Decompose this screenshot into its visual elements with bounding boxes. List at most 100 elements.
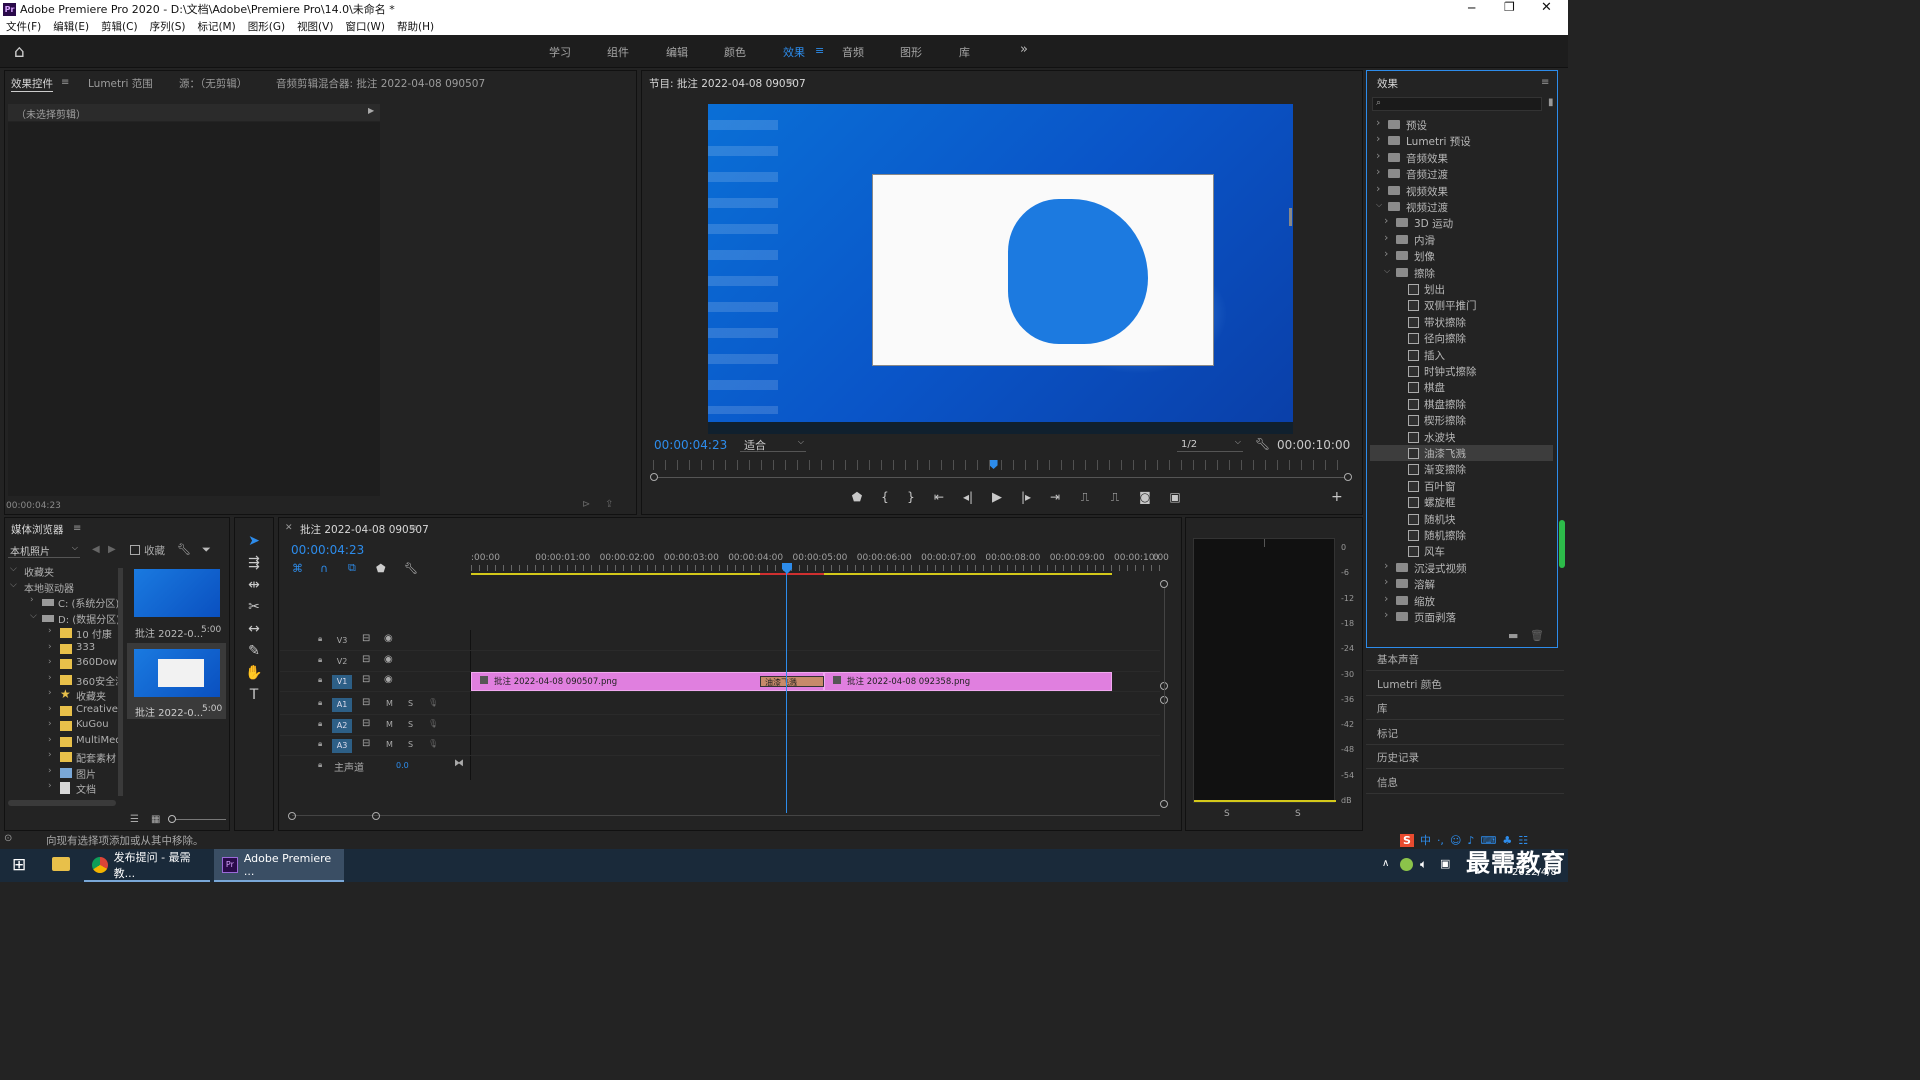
delete-icon[interactable]: 🗑︎ xyxy=(1530,629,1544,642)
effects-tree-item[interactable]: › 缩放 xyxy=(1370,592,1553,609)
file-tree-item[interactable]: › 图片 xyxy=(8,766,118,781)
timeline-vscroll-handle[interactable] xyxy=(1160,580,1168,588)
chevron-right-icon[interactable]: › xyxy=(1384,608,1388,621)
chevron-right-icon[interactable]: › xyxy=(1384,575,1388,588)
chevron-down-icon[interactable]: ⌵ xyxy=(1384,266,1390,276)
close-sequence-icon[interactable]: ✕ xyxy=(285,523,293,533)
play-icon[interactable]: ▶ xyxy=(982,490,1012,505)
wrench-icon[interactable]: 🔧︎ xyxy=(1255,437,1270,451)
lock-icon[interactable]: 🔒︎ xyxy=(318,634,322,644)
effects-tree-item[interactable]: 带状擦除 xyxy=(1370,314,1553,330)
location-dropdown[interactable]: 本机照片 ⌵ xyxy=(8,543,80,558)
go-to-out-icon[interactable]: ⇥ xyxy=(1040,490,1070,504)
lock-icon[interactable]: 🔒︎ xyxy=(318,719,322,729)
mute-button[interactable]: M xyxy=(386,720,393,729)
toggle-sync-icon[interactable]: ⊟ xyxy=(362,697,370,708)
menu-item[interactable]: 图形(G) xyxy=(248,19,285,34)
effects-tree-item[interactable]: ⌵ 擦除 xyxy=(1370,265,1553,281)
emoji-icon[interactable]: ☺ xyxy=(1450,834,1461,847)
chevron-right-icon[interactable]: › xyxy=(1384,592,1388,605)
program-title[interactable]: 节目: 批注 2022-04-08 090507 xyxy=(649,76,806,91)
mic-icon[interactable]: 🎙︎ xyxy=(428,739,438,748)
filter-icon[interactable]: ⊳ xyxy=(582,499,590,510)
volume-icon[interactable]: 🔈︎ xyxy=(1420,857,1427,872)
chevron-right-icon[interactable]: › xyxy=(48,657,52,667)
solo-button[interactable]: S xyxy=(408,740,413,749)
workspace-tab[interactable]: 图形 xyxy=(900,44,922,60)
windows-start-icon[interactable]: ⊞ xyxy=(12,855,26,875)
eye-icon[interactable]: ◉ xyxy=(384,674,393,685)
new-custom-bin-icon[interactable]: ▬ xyxy=(1508,629,1518,642)
chevron-right-icon[interactable]: › xyxy=(48,688,52,698)
workspace-tab[interactable]: 效果 xyxy=(783,44,805,60)
chevron-right-icon[interactable]: › xyxy=(1376,182,1380,195)
effects-tree-item[interactable]: ⌵ 视频过渡 xyxy=(1370,199,1553,215)
collapsed-panel-tab[interactable]: 标记 xyxy=(1377,726,1398,741)
file-tree-item[interactable]: ⌵ 收藏夹 xyxy=(8,564,118,579)
effects-tree-item[interactable]: 楔形擦除 xyxy=(1370,412,1553,428)
taskbar-item-chrome[interactable]: 发布提问 - 最需教... xyxy=(84,849,210,882)
maximize-icon[interactable]: ❐ xyxy=(1504,0,1515,14)
mark-in-icon[interactable]: { xyxy=(872,490,898,504)
file-tree-item[interactable]: › ★ 收藏夹 xyxy=(8,688,118,703)
file-tree-item[interactable]: › 文档 xyxy=(8,781,118,796)
transition-block[interactable]: 油漆飞溅 xyxy=(760,676,824,687)
chevron-right-icon[interactable]: › xyxy=(48,735,52,745)
effects-tree-item[interactable]: › 划像 xyxy=(1370,247,1553,264)
ripple-edit-tool-icon[interactable]: ⇹ xyxy=(244,574,264,596)
chevron-down-icon[interactable]: ⌵ xyxy=(10,564,17,574)
effects-tree-item[interactable]: 水波块 xyxy=(1370,429,1553,445)
chevron-right-icon[interactable]: › xyxy=(48,750,52,760)
timeline-vscroll[interactable] xyxy=(1164,588,1165,800)
effects-tree-item[interactable]: › 溶解 xyxy=(1370,575,1553,592)
hand-tool-icon[interactable]: ✋ xyxy=(244,662,264,684)
effects-menu-icon[interactable]: ≡ xyxy=(1541,77,1549,88)
minimize-icon[interactable]: ─ xyxy=(1468,1,1475,15)
workspace-tab[interactable]: 音频 xyxy=(842,44,864,60)
solo-left-button[interactable]: S xyxy=(1224,809,1230,819)
more-workspaces-icon[interactable]: » xyxy=(1020,42,1028,57)
list-view-icon[interactable]: ☰ xyxy=(130,814,139,825)
effects-tree-item[interactable]: 划出 xyxy=(1370,281,1553,297)
effects-tree-item[interactable]: 螺旋框 xyxy=(1370,494,1553,510)
effects-tree-item[interactable]: 棋盘 xyxy=(1370,379,1553,395)
chevron-right-icon[interactable]: › xyxy=(30,595,34,605)
source-tab[interactable]: Lumetri 范围 xyxy=(88,76,153,91)
menu-item[interactable]: 视图(V) xyxy=(297,19,333,34)
add-marker-icon[interactable]: ⬟ xyxy=(842,490,872,504)
show-hidden-icons[interactable]: ∧ xyxy=(1382,858,1389,869)
master-volume-value[interactable]: 0.0 xyxy=(396,761,409,770)
network-icon[interactable]: ▣ xyxy=(1440,857,1450,870)
track-label[interactable]: A1 xyxy=(332,698,352,712)
button-editor-icon[interactable]: + xyxy=(1331,489,1343,505)
toggle-sync-icon[interactable]: ⊟ xyxy=(362,633,370,644)
track-label[interactable]: A2 xyxy=(332,718,352,733)
effects-tree-item[interactable]: › 3D 运动 xyxy=(1370,214,1553,231)
insert-nest-icon[interactable]: ⌘ xyxy=(292,562,320,575)
lift-icon[interactable]: ⎍ xyxy=(1070,490,1100,505)
workspace-tab[interactable]: 组件 xyxy=(607,44,629,60)
menu-item[interactable]: 标记(M) xyxy=(197,19,235,34)
file-tree-item[interactable]: › Creative xyxy=(8,704,118,719)
close-icon[interactable]: ✕ xyxy=(1541,0,1552,15)
export-icon[interactable]: ⇪ xyxy=(605,499,613,510)
menu-item[interactable]: 剪辑(C) xyxy=(101,19,138,34)
effects-tree-item[interactable]: 棋盘擦除 xyxy=(1370,396,1553,412)
track-label[interactable]: V3 xyxy=(332,634,352,648)
step-back-icon[interactable]: ◂| xyxy=(954,490,982,504)
export-frame-icon[interactable]: ◙ xyxy=(1130,490,1160,504)
effects-tree-item[interactable]: › 沉浸式视频 xyxy=(1370,559,1553,576)
go-to-end-icon[interactable]: ⧓ xyxy=(454,758,464,769)
add-marker-icon[interactable]: ⬟ xyxy=(376,562,404,575)
source-tab[interactable]: 音频剪辑混合器: 批注 2022-04-08 090507 xyxy=(276,76,485,91)
menu-item[interactable]: 序列(S) xyxy=(150,19,186,34)
timeline-settings-icon[interactable]: 🔧︎ xyxy=(404,562,432,575)
timeline-hscroll-handle[interactable] xyxy=(288,812,296,820)
eye-icon[interactable]: ◉ xyxy=(384,633,393,644)
timeline-playhead[interactable] xyxy=(782,563,792,813)
effects-tree-item[interactable]: › 预设 xyxy=(1370,116,1553,133)
effects-scrollbar[interactable] xyxy=(1559,520,1565,568)
solo-right-button[interactable]: S xyxy=(1295,809,1301,819)
go-to-in-icon[interactable]: ⇤ xyxy=(924,490,954,504)
zoom-slider[interactable] xyxy=(168,819,226,820)
